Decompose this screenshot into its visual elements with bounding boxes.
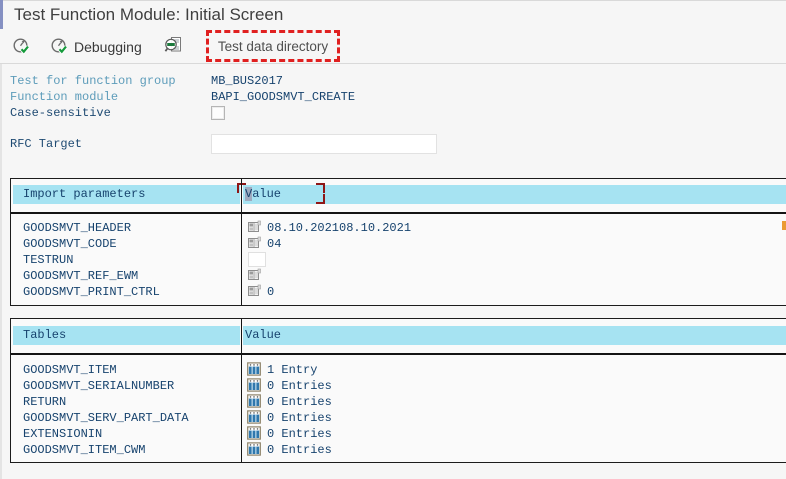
table-row: GOODSMVT_SERV_PART_DATA 0 Entries xyxy=(11,410,786,426)
parameter-name[interactable]: GOODSMVT_PRINT_CTRL xyxy=(23,285,160,299)
rfc-target-label: RFC Target xyxy=(10,137,82,151)
table-icon[interactable] xyxy=(247,442,261,456)
import-header-band-right xyxy=(243,185,786,204)
tables-header[interactable]: Tables xyxy=(23,328,66,342)
function-module-value[interactable]: BAPI_GOODSMVT_CREATE xyxy=(211,90,355,104)
table-row: TESTRUN xyxy=(11,252,786,268)
table-param-name[interactable]: GOODSMVT_SERIALNUMBER xyxy=(23,379,174,393)
execute-debugging-button[interactable]: Debugging xyxy=(50,37,142,56)
parameter-value[interactable]: 08.10.202108.10.2021 xyxy=(267,221,411,235)
left-edge-divider xyxy=(0,30,2,479)
tables-header-band-right xyxy=(243,326,786,345)
title-accent-bar xyxy=(0,0,3,29)
table-param-value[interactable]: 0 Entries xyxy=(267,395,332,409)
table-row: GOODSMVT_ITEM_CWM 0 Entries xyxy=(11,442,786,458)
table-icon[interactable] xyxy=(247,410,261,424)
rfc-target-input[interactable] xyxy=(211,134,437,154)
table-param-value[interactable]: 0 Entries xyxy=(267,427,332,441)
table-param-value[interactable]: 0 Entries xyxy=(267,411,332,425)
debugging-label: Debugging xyxy=(74,39,142,55)
parameter-value[interactable]: 0 xyxy=(267,285,274,299)
table-row: GOODSMVT_REF_EWM xyxy=(11,268,786,284)
table-param-name[interactable]: GOODSMVT_ITEM xyxy=(23,363,117,377)
table-param-name[interactable]: GOODSMVT_ITEM_CWM xyxy=(23,443,145,457)
execute-debugging-icon xyxy=(50,37,69,56)
structure-icon[interactable] xyxy=(247,268,261,282)
structure-icon[interactable] xyxy=(247,220,261,234)
sap-test-function-module-window: Test Function Module: Initial Screen Deb… xyxy=(0,0,786,479)
table-row: GOODSMVT_HEADER 08.10.202108.10.2021 xyxy=(11,220,786,236)
page-title: Test Function Module: Initial Screen xyxy=(14,1,283,29)
function-group-label: Test for function group xyxy=(10,74,176,88)
parameter-name[interactable]: TESTRUN xyxy=(23,253,73,267)
annotation-highlight-box: Test data directory xyxy=(206,30,340,62)
table-icon[interactable] xyxy=(247,426,261,440)
import-value-header[interactable]: Value xyxy=(245,187,281,201)
function-group-value[interactable]: MB_BUS2017 xyxy=(211,74,283,88)
execute-button[interactable] xyxy=(12,37,31,56)
table-row: GOODSMVT_CODE 04 xyxy=(11,236,786,252)
header-separator xyxy=(11,353,786,355)
test-data-directory-button[interactable]: Test data directory xyxy=(214,39,332,54)
structure-icon[interactable] xyxy=(247,284,261,298)
table-param-name[interactable]: RETURN xyxy=(23,395,66,409)
function-module-label: Function module xyxy=(10,90,118,104)
structure-icon[interactable] xyxy=(247,236,261,250)
testrun-value-input[interactable] xyxy=(248,252,266,267)
table-param-value[interactable]: 0 Entries xyxy=(267,379,332,393)
parameter-name[interactable]: GOODSMVT_REF_EWM xyxy=(23,269,138,283)
table-param-value[interactable]: 1 Entry xyxy=(267,363,317,377)
import-parameters-table: Import parameters Value GOODSMVT_HEADER … xyxy=(10,178,786,306)
table-param-value[interactable]: 0 Entries xyxy=(267,443,332,457)
header-separator xyxy=(11,212,786,214)
table-row: EXTENSIONIN 0 Entries xyxy=(11,426,786,442)
parameter-name[interactable]: GOODSMVT_CODE xyxy=(23,237,117,251)
table-row: GOODSMVT_SERIALNUMBER 0 Entries xyxy=(11,378,786,394)
window-titlebar: Test Function Module: Initial Screen xyxy=(0,0,786,31)
execute-icon xyxy=(12,37,31,56)
parameter-value[interactable]: 04 xyxy=(267,237,281,251)
case-sensitive-label: Case-sensitive xyxy=(10,106,111,120)
table-row: GOODSMVT_ITEM 1 Entry xyxy=(11,362,786,378)
parameter-name[interactable]: GOODSMVT_HEADER xyxy=(23,221,131,235)
table-icon[interactable] xyxy=(247,394,261,408)
tables-value-header[interactable]: Value xyxy=(245,328,281,342)
table-param-name[interactable]: EXTENSIONIN xyxy=(23,427,102,441)
application-toolbar: Debugging xyxy=(0,30,786,64)
table-icon[interactable] xyxy=(247,362,261,376)
tables-table: Tables Value GOODSMVT_ITEM 1 Entry GOODS… xyxy=(10,318,786,463)
case-sensitive-checkbox[interactable] xyxy=(211,106,225,120)
table-row: GOODSMVT_PRINT_CTRL 0 xyxy=(11,284,786,300)
import-parameters-header[interactable]: Import parameters xyxy=(23,187,145,201)
value-header-rest: alue xyxy=(252,187,281,201)
table-row: RETURN 0 Entries xyxy=(11,394,786,410)
test-data-list-icon xyxy=(164,36,183,55)
test-data-directory-icon-button[interactable] xyxy=(164,36,183,55)
table-icon[interactable] xyxy=(247,378,261,392)
table-param-name[interactable]: GOODSMVT_SERV_PART_DATA xyxy=(23,411,189,425)
